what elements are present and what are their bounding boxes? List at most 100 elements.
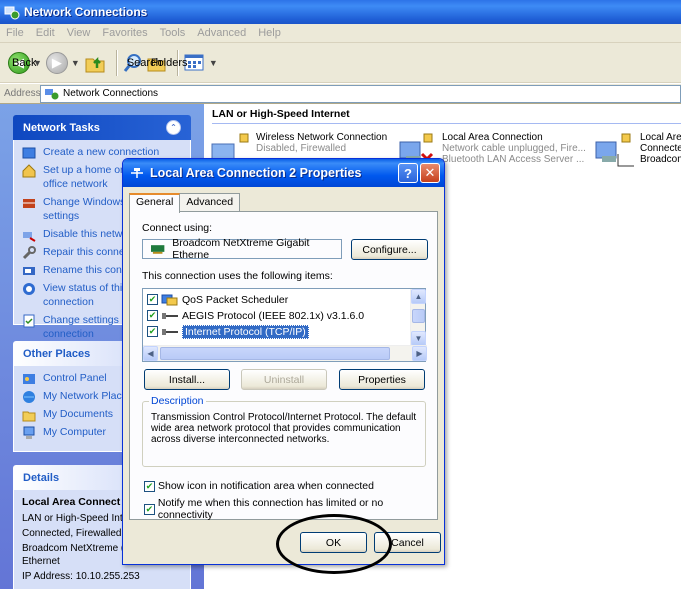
details-line: IP Address: 10.10.255.253 [22,571,140,582]
item-checkbox[interactable]: ✔ [147,294,158,305]
back-label: Back [12,56,37,69]
protocol-icon [162,312,178,319]
close-button[interactable]: ✕ [420,163,440,183]
list-item[interactable]: ✔ QoS Packet Scheduler [147,292,288,307]
task-label: office network [43,178,108,190]
connection-status: Disabled, Firewalled [256,143,347,154]
item-label: AEGIS Protocol (IEEE 802.1x) v3.1.6.0 [182,309,365,322]
item-label: QoS Packet Scheduler [182,293,289,306]
control-panel-icon [23,374,35,384]
views-button[interactable]: ▼ [184,49,218,77]
menu-advanced[interactable]: Advanced [197,27,246,39]
task-label: Change Windows [43,196,126,208]
tab-advanced[interactable]: Advanced [179,193,241,211]
back-button[interactable]: ◀ Back ▼ [8,49,42,77]
menu-edit[interactable]: Edit [36,27,55,39]
list-item[interactable]: ✔ Internet Protocol (TCP/IP) [147,324,309,339]
menu-tools[interactable]: Tools [160,27,186,39]
connection-name: Local Area Connection [442,132,543,143]
menu-file[interactable]: File [6,27,24,39]
address-field[interactable]: Network Connections [40,84,681,103]
task-label: View status of thi [43,282,123,294]
forward-dropdown-icon[interactable]: ▼ [71,58,80,68]
explorer-titlebar: Network Connections [0,0,681,24]
window-title: Network Connections [24,5,148,19]
list-item[interactable]: ✔ AEGIS Protocol (IEEE 802.1x) v3.1.6.0 [147,308,364,323]
network-places-icon [23,391,35,403]
adapter-name-box: Broadcom NetXtreme Gigabit Etherne [142,237,342,261]
horizontal-scrollbar[interactable]: ◀ ▶ [143,345,427,361]
network-tasks-header[interactable]: Network Tasks ⌃ [13,115,191,140]
tab-general[interactable]: General [129,193,181,213]
scroll-left-icon[interactable]: ◀ [143,346,158,361]
scroll-thumb[interactable] [412,309,425,323]
group-header: LAN or High-Speed Internet [212,108,681,124]
dialog-title: Local Area Connection 2 Properties [150,166,362,180]
forward-button[interactable]: ▶ ▼ [45,49,80,77]
general-tab-panel: Connect using: Broadcom NetXtreme Gigabi… [129,211,438,521]
place-label: Control Panel [43,372,107,384]
forward-arrow-icon: ▶ [45,51,68,74]
task-label: Set up a home or [43,164,124,176]
search-button[interactable]: Search [123,49,162,77]
place-label: My Documents [43,408,114,420]
dialog-titlebar[interactable]: Local Area Connection 2 Properties ? ✕ [123,159,444,187]
connection-item[interactable]: Local Area Connected Broadcom [594,132,681,172]
protocol-icon [162,328,178,335]
uninstall-button: Uninstall [241,369,327,390]
task-label: Disable this netwo [43,228,129,240]
lan-connection-icon [131,168,143,178]
connection-text: Local Area Connected Broadcom [640,132,681,165]
connection-name: Wireless Network Connection [256,132,388,143]
menu-favorites[interactable]: Favorites [102,27,147,39]
collapse-chevron-icon[interactable]: ⌃ [166,120,181,135]
menu-bar: File Edit View Favorites Tools Advanced … [0,24,681,43]
item-checkbox[interactable]: ✔ [147,310,158,321]
scheduler-icon [161,294,178,305]
vertical-scrollbar[interactable]: ▲ ▼ [410,289,426,346]
adapter-name: Broadcom NetXtreme Gigabit Etherne [172,237,310,261]
show-icon-option[interactable]: ✔ Show icon in notification area when co… [144,480,374,492]
scroll-right-icon[interactable]: ▶ [412,346,427,361]
details-title: Details [23,471,60,484]
address-label: Address [4,88,41,99]
show-icon-checkbox[interactable]: ✔ [144,480,155,492]
home-network-icon [22,164,36,178]
address-value: Network Connections [63,88,159,99]
notify-option[interactable]: ✔ Notify me when this connection has lim… [144,497,437,521]
network-connections-icon [45,88,59,99]
item-label: Internet Protocol (TCP/IP) [182,324,309,339]
components-list[interactable]: ✔ QoS Packet Scheduler ✔ AEGIS Protocol … [142,288,427,362]
scroll-up-icon[interactable]: ▲ [411,289,426,304]
my-computer-icon [23,426,35,439]
task-label: Create a new connection [43,146,160,158]
show-icon-label: Show icon in notification area when conn… [158,480,374,492]
item-checkbox[interactable]: ✔ [147,326,158,337]
help-button[interactable]: ? [398,163,418,183]
task-label: Rename this conn [43,264,128,276]
rename-icon [23,267,35,275]
disable-device-icon [23,232,36,242]
menu-view[interactable]: View [67,27,91,39]
scroll-down-icon[interactable]: ▼ [411,331,426,346]
place-label: My Computer [43,426,107,438]
task-label: connection [43,296,94,308]
configure-button[interactable]: Configure... [351,239,428,260]
connection-status: Connected [640,143,681,154]
network-card-icon [151,245,165,254]
properties-button[interactable]: Properties [339,369,425,390]
task-label: Change settings o [43,314,128,326]
install-button[interactable]: Install... [144,369,230,390]
views-dropdown-icon[interactable]: ▼ [209,58,218,68]
menu-help[interactable]: Help [258,27,281,39]
description-text: Transmission Control Protocol/Internet P… [151,412,417,445]
up-folder-button[interactable] [84,49,106,77]
scroll-thumb[interactable] [160,347,390,360]
address-bar: Address Network Connections [0,84,681,104]
connection-device: Bluetooth LAN Access Server ... [442,154,585,165]
items-label: This connection uses the following items… [142,270,333,282]
notify-checkbox[interactable]: ✔ [144,503,155,515]
